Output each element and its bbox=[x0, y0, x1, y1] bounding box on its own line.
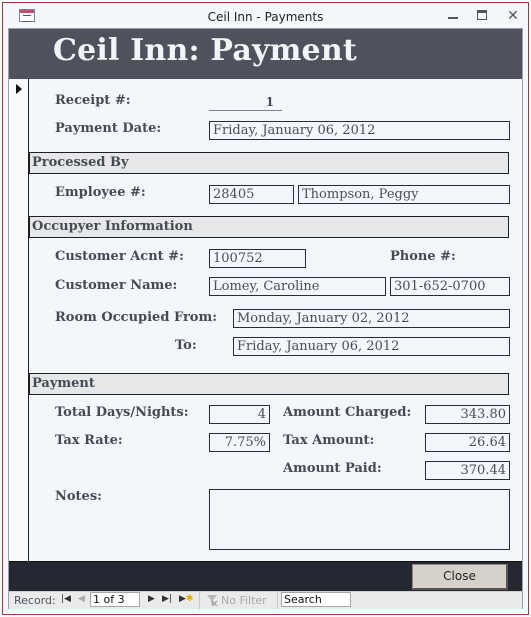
title-bar[interactable]: Ceil Inn - Payments ✕ bbox=[3, 3, 528, 29]
maximize-button[interactable] bbox=[473, 7, 493, 25]
next-record-icon[interactable]: ▶ bbox=[148, 594, 155, 604]
record-label: Record: bbox=[14, 594, 56, 607]
minimize-button[interactable] bbox=[443, 7, 463, 25]
maximize-icon bbox=[477, 10, 487, 20]
customer-acnt-label: Customer Acnt #: bbox=[55, 249, 184, 264]
no-filter-icon bbox=[207, 595, 218, 606]
minimize-icon bbox=[448, 17, 458, 19]
customer-name-field[interactable]: Lomey, Caroline bbox=[209, 277, 386, 296]
total-days-label: Total Days/Nights: bbox=[55, 405, 189, 420]
room-to-label: To: bbox=[175, 338, 197, 353]
amount-paid-label: Amount Paid: bbox=[283, 461, 382, 476]
no-filter-button[interactable]: No Filter bbox=[221, 594, 267, 607]
room-from-label: Room Occupied From: bbox=[55, 310, 218, 325]
current-record-arrow-icon bbox=[16, 84, 22, 94]
form-header: Ceil Inn: Payment bbox=[9, 29, 522, 79]
record-navigation-bar: Record: |◀ ◀ 1 of 3 ▶ ▶| ▶✱ No Filter Se… bbox=[9, 591, 522, 609]
amount-charged-field[interactable]: 343.80 bbox=[425, 405, 510, 424]
employee-label: Employee #: bbox=[55, 185, 146, 200]
total-days-field[interactable]: 4 bbox=[209, 405, 270, 424]
tax-rate-label: Tax Rate: bbox=[55, 433, 123, 448]
room-from-field[interactable]: Monday, January 02, 2012 bbox=[233, 309, 510, 328]
close-icon: ✕ bbox=[507, 8, 519, 24]
form-footer: Close bbox=[9, 561, 522, 592]
section-occupyer-information: Occupyer Information bbox=[29, 216, 509, 238]
amount-charged-label: Amount Charged: bbox=[283, 405, 412, 420]
tax-rate-field[interactable]: 7.75% bbox=[209, 433, 270, 452]
employee-number-field[interactable]: 28405 bbox=[209, 185, 294, 204]
payment-date-label: Payment Date: bbox=[55, 121, 162, 136]
amount-paid-field[interactable]: 370.44 bbox=[425, 461, 510, 480]
nav-divider bbox=[199, 592, 200, 609]
customer-acnt-field[interactable]: 100752 bbox=[209, 249, 306, 268]
notes-label: Notes: bbox=[55, 489, 102, 504]
current-record-input[interactable]: 1 of 3 bbox=[90, 592, 140, 607]
customer-name-label: Customer Name: bbox=[55, 278, 178, 293]
nav-divider bbox=[277, 592, 278, 609]
receipt-label: Receipt #: bbox=[55, 93, 131, 108]
previous-record-icon[interactable]: ◀ bbox=[78, 594, 85, 604]
first-record-icon[interactable]: |◀ bbox=[61, 594, 71, 604]
close-window-button[interactable]: ✕ bbox=[503, 7, 523, 25]
close-button[interactable]: Close bbox=[412, 564, 508, 590]
payment-date-field[interactable]: Friday, January 06, 2012 bbox=[209, 121, 510, 140]
tax-amount-label: Tax Amount: bbox=[283, 433, 375, 448]
section-processed-by: Processed By bbox=[29, 152, 509, 174]
tax-amount-field[interactable]: 26.64 bbox=[425, 433, 510, 452]
section-payment: Payment bbox=[29, 373, 509, 395]
notes-field[interactable] bbox=[209, 489, 510, 550]
phone-label: Phone #: bbox=[390, 249, 456, 264]
phone-field[interactable]: 301-652-0700 bbox=[390, 277, 510, 296]
receipt-number-field[interactable]: 1 bbox=[209, 93, 282, 111]
record-selector[interactable] bbox=[9, 79, 29, 561]
form-title: Ceil Inn: Payment bbox=[53, 33, 357, 68]
last-record-icon[interactable]: ▶| bbox=[162, 594, 172, 604]
search-input[interactable]: Search bbox=[281, 592, 351, 607]
room-to-field[interactable]: Friday, January 06, 2012 bbox=[233, 337, 510, 356]
new-record-icon[interactable]: ▶✱ bbox=[179, 594, 193, 604]
form-window: Ceil Inn - Payments ✕ Ceil Inn: Payment … bbox=[2, 2, 529, 615]
form-detail: Receipt #: 1 Payment Date: Friday, Janua… bbox=[29, 79, 522, 561]
form-body: Ceil Inn: Payment Receipt #: 1 Payment D… bbox=[8, 28, 523, 609]
employee-name-field[interactable]: Thompson, Peggy bbox=[298, 185, 510, 204]
